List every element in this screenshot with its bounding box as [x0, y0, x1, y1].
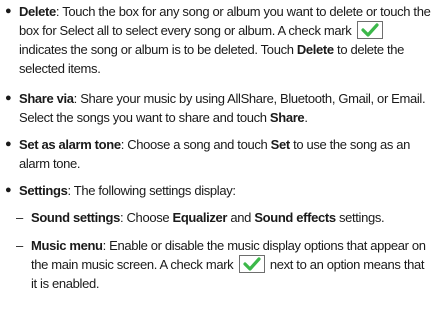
bullet: ● [5, 184, 12, 196]
term-share-via: Share via [19, 91, 74, 106]
sub-item-sound-settings: – Sound settings: Choose Equalizer and S… [16, 210, 385, 225]
dash: – [16, 210, 23, 225]
bullet: ● [5, 92, 12, 104]
manual-page: ● Delete: Touch the box for any song or … [0, 0, 438, 320]
term-music-menu: Music menu [31, 238, 103, 253]
term-delete: Delete [19, 4, 56, 19]
term-set-as-alarm-tone: Set as alarm tone [19, 137, 121, 152]
checkmark-icon [356, 21, 383, 39]
term-sound-settings: Sound settings [31, 210, 120, 225]
checkmark-icon [238, 255, 265, 273]
bullet: ● [5, 138, 12, 150]
sub-item-music-menu: – Music menu: Enable or disable the musi… [16, 238, 426, 291]
list-item-delete: ● Delete: Touch the box for any song or … [5, 4, 431, 76]
dash: – [16, 238, 23, 253]
list-item-share-via: ● Share via: Share your music by using A… [5, 91, 426, 125]
list-item-set-as-alarm-tone: ● Set as alarm tone: Choose a song and t… [5, 137, 411, 171]
term-settings: Settings [19, 183, 68, 198]
list-item-settings: ● Settings: The following settings displ… [5, 183, 236, 198]
bullet: ● [5, 5, 12, 17]
